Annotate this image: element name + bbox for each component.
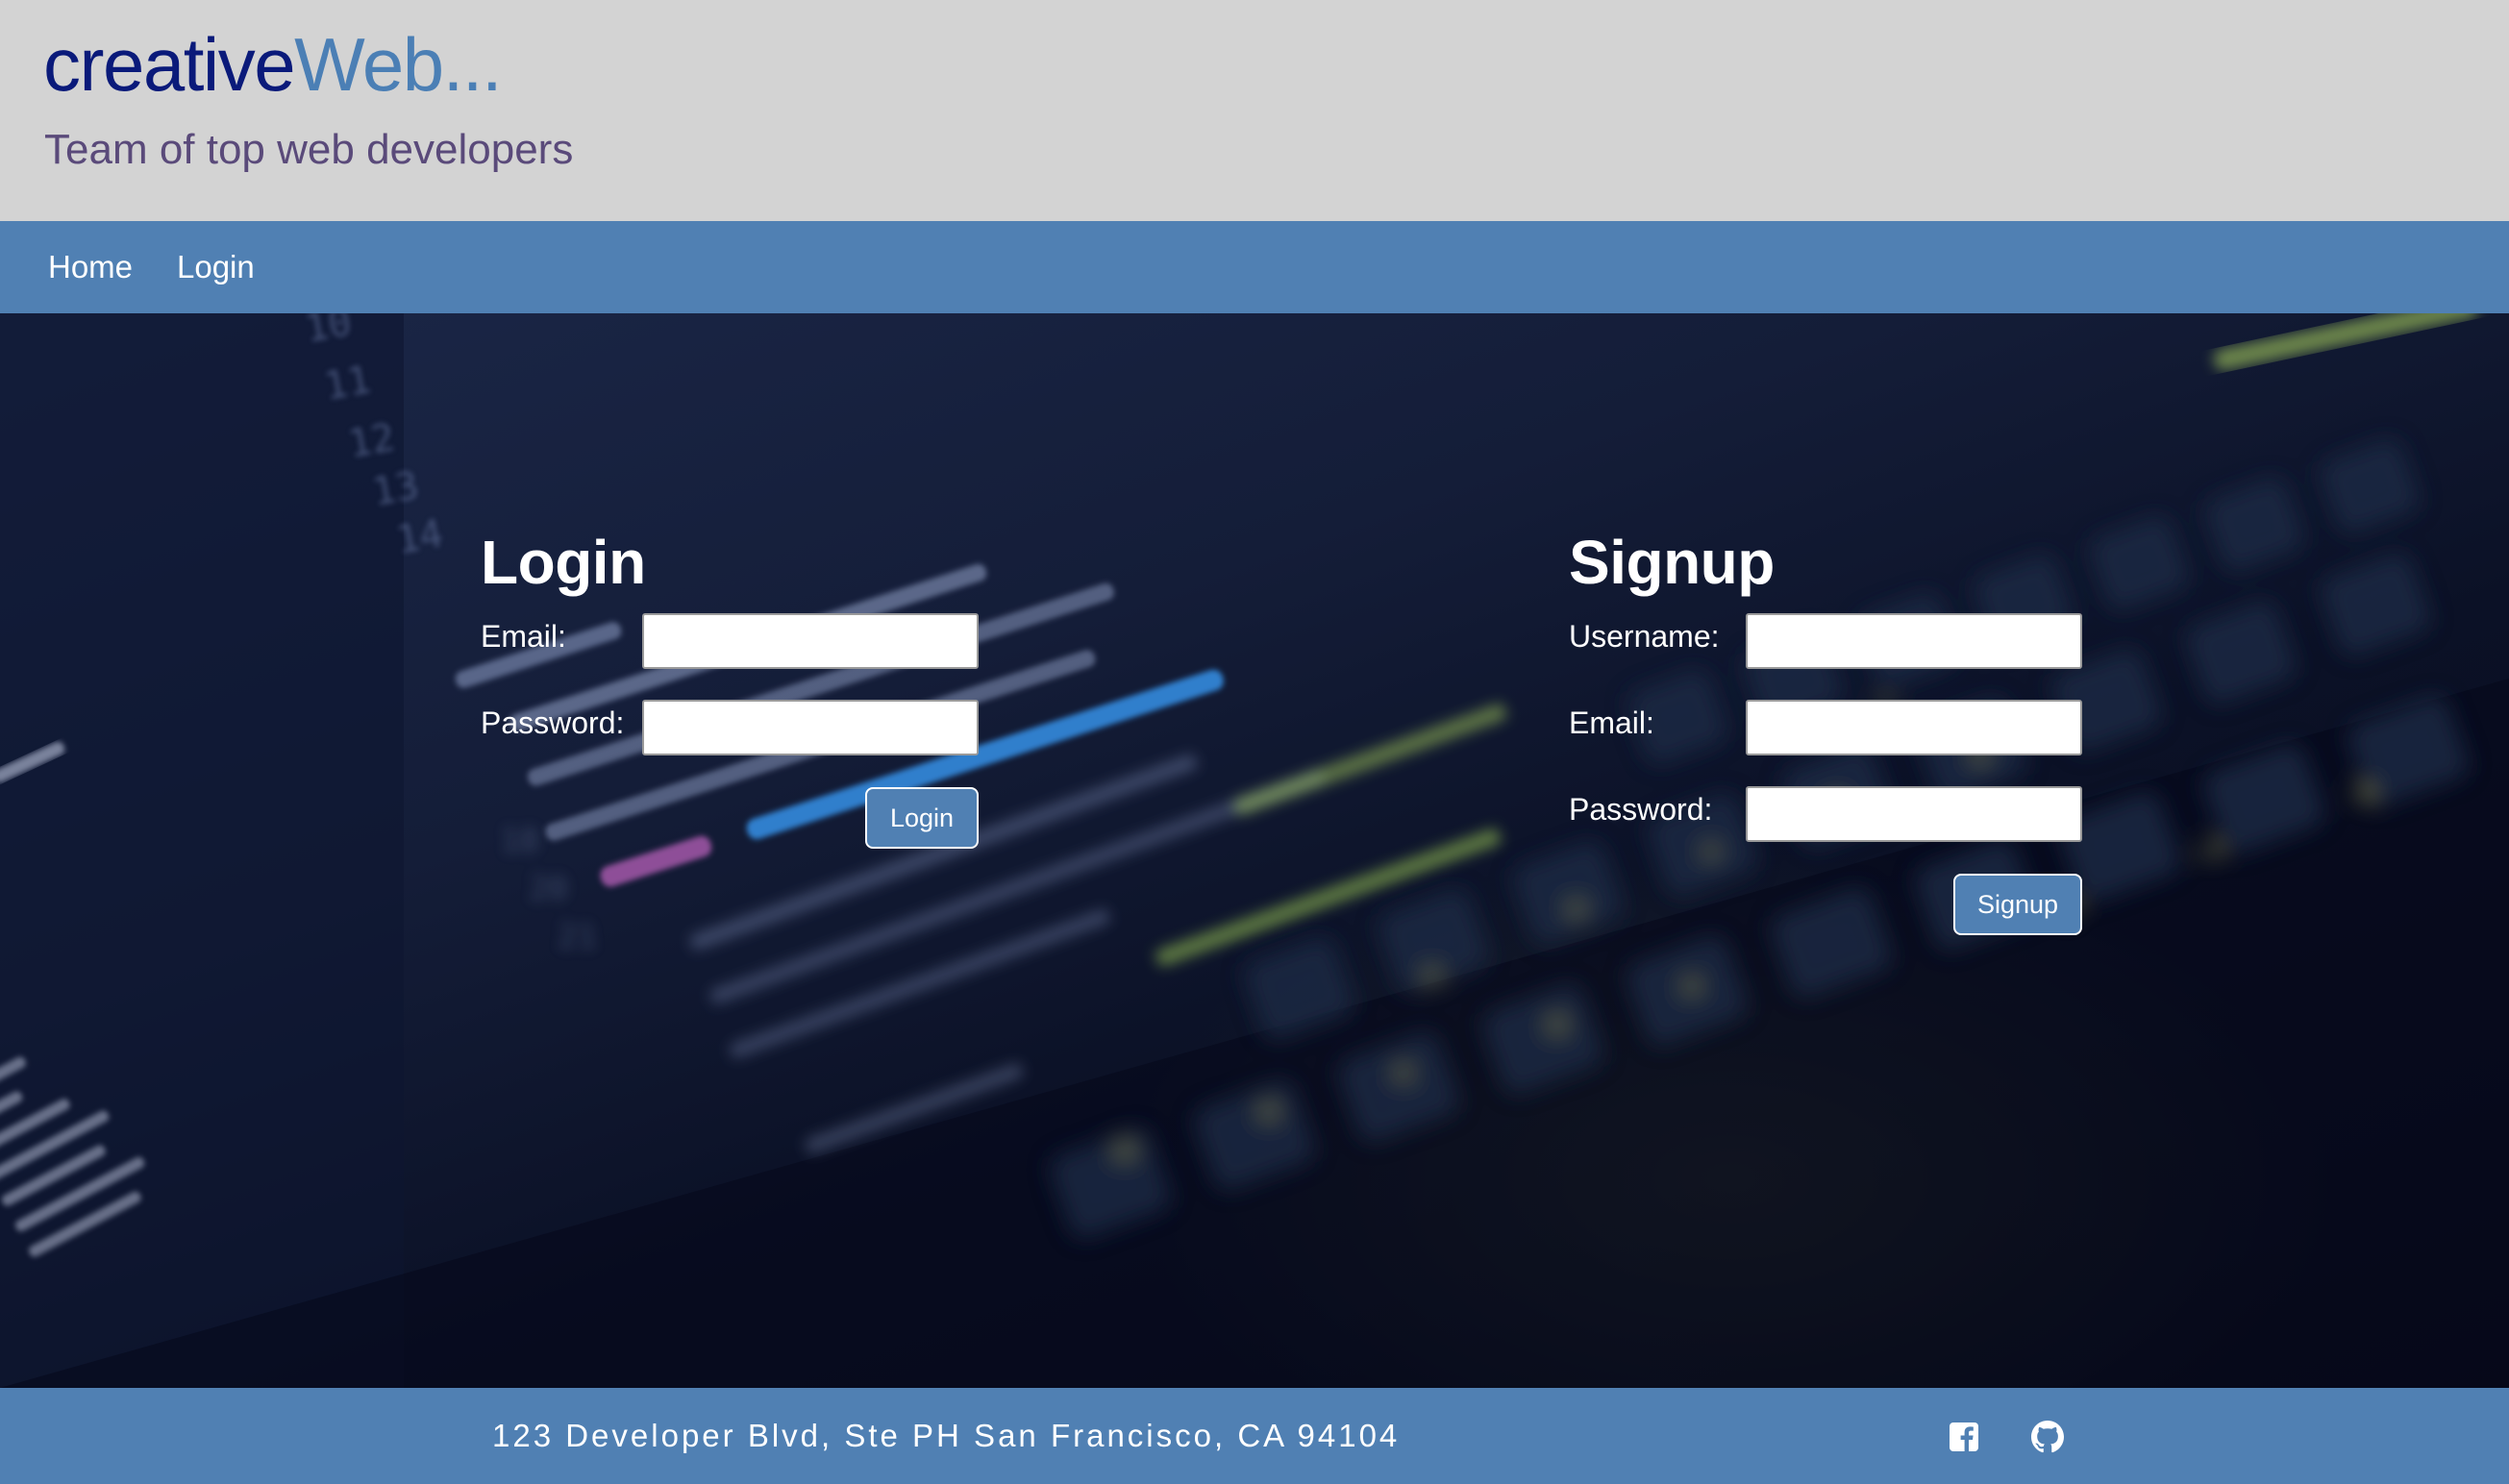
svg-text:18: 18: [500, 822, 539, 860]
tagline: Team of top web developers: [44, 126, 574, 173]
nav-item-home[interactable]: Home: [48, 221, 133, 313]
svg-text:14: 14: [393, 511, 446, 563]
nav-item-login[interactable]: Login: [177, 221, 255, 313]
svg-text:13: 13: [369, 463, 422, 515]
background-illustration: 10 11 12 13 14 18 20 21: [0, 313, 2509, 1388]
facebook-icon-graphic: [1950, 1422, 1978, 1451]
login-password-label: Password:: [481, 705, 625, 740]
signup-title: Signup: [1569, 528, 1775, 597]
login-button[interactable]: Login: [865, 787, 979, 849]
github-icon[interactable]: [2031, 1421, 2064, 1453]
svg-text:11: 11: [321, 358, 374, 409]
signup-username-label: Username:: [1569, 619, 1720, 654]
signup-username-input[interactable]: [1746, 613, 2082, 669]
brand-logo[interactable]: creativeWeb...: [43, 21, 503, 108]
svg-text:20: 20: [529, 870, 568, 908]
background-code-image: 10 11 12 13 14 18 20 21: [0, 313, 2509, 1388]
hero-section: 10 11 12 13 14 18 20 21 Login Email: Pas…: [0, 313, 2509, 1388]
signup-password-input[interactable]: [1746, 786, 2082, 842]
login-email-label: Email:: [481, 619, 566, 654]
login-password-input[interactable]: [642, 700, 979, 755]
brand-secondary-text: Web...: [294, 22, 502, 107]
facebook-icon[interactable]: [1948, 1421, 1980, 1453]
footer-address: 123 Developer Blvd, Ste PH San Francisco…: [492, 1418, 1401, 1453]
svg-text:21: 21: [558, 918, 597, 956]
site-footer: 123 Developer Blvd, Ste PH San Francisco…: [0, 1388, 2509, 1484]
svg-text:12: 12: [345, 415, 398, 467]
brand-primary-text: creative: [43, 22, 296, 107]
signup-email-label: Email:: [1569, 705, 1654, 740]
main-nav: Home Login: [0, 221, 2509, 313]
signup-email-input[interactable]: [1746, 700, 2082, 755]
signup-button[interactable]: Signup: [1953, 874, 2082, 935]
site-header: creativeWeb... Team of top web developer…: [0, 0, 2509, 221]
github-icon-graphic: [2031, 1421, 2064, 1453]
login-email-input[interactable]: [642, 613, 979, 669]
signup-password-label: Password:: [1569, 792, 1713, 827]
login-title: Login: [481, 528, 646, 597]
